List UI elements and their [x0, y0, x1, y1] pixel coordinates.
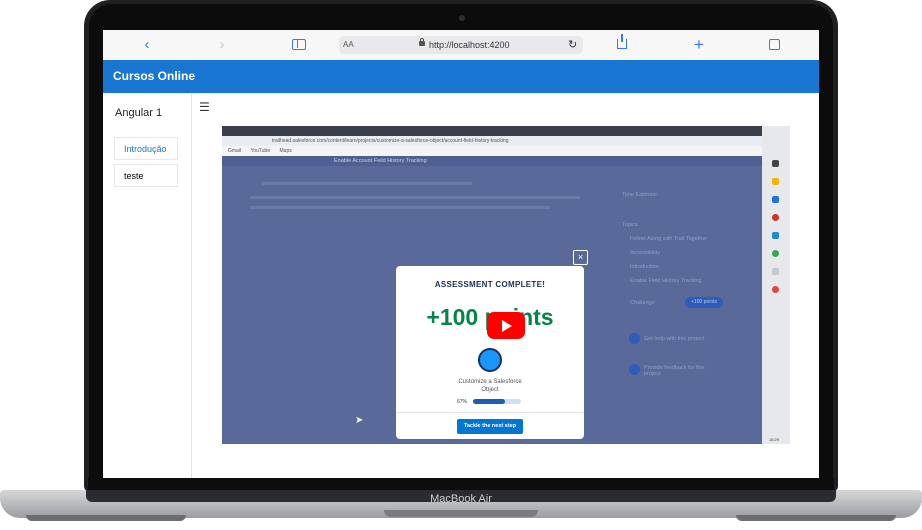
record-icon — [772, 214, 779, 221]
feedback-link: Provide feedback for this project — [644, 365, 705, 377]
plus-icon[interactable]: + — [688, 30, 710, 60]
youtube-play-icon[interactable] — [487, 312, 525, 339]
taskbar-icon — [772, 268, 779, 275]
progress-text: 67% — [457, 399, 468, 405]
badge-icon — [478, 348, 502, 372]
app-icon — [772, 196, 779, 203]
course-title: Angular 1 — [115, 107, 163, 119]
reader-button[interactable]: AA — [343, 36, 354, 54]
lesson-item-teste[interactable]: teste — [114, 164, 178, 187]
badge-label: Customize a Salesforce Object — [458, 379, 522, 393]
video-browser-tabs — [222, 126, 790, 136]
laptop-notch — [384, 510, 538, 517]
topics-heading: Topics — [622, 222, 638, 228]
chrome-icon — [772, 250, 779, 257]
help-icon — [629, 333, 640, 344]
laptop-foot-left — [26, 515, 186, 521]
next-step-button[interactable]: Tackle the next step — [457, 419, 523, 434]
url-text[interactable]: http://localhost:4200 — [429, 36, 510, 54]
video-taskbar — [762, 126, 790, 444]
feedback-icon — [629, 364, 640, 375]
challenge-points-badge: +100 points — [685, 297, 723, 308]
app-header — [103, 60, 819, 93]
laptop-foot-right — [736, 515, 896, 521]
chevron-right-icon[interactable]: › — [211, 30, 233, 60]
taskbar-icon — [772, 160, 779, 167]
lesson-item-introducao[interactable]: Introdução — [114, 137, 178, 160]
device-label: MacBook Air — [430, 493, 492, 505]
topic-item: Introduction — [630, 264, 659, 270]
chevron-left-icon[interactable]: ‹ — [136, 30, 158, 60]
modal-title: ASSESSMENT COMPLETE! — [434, 280, 546, 289]
topic-item: Enable Field History Tracking — [630, 278, 702, 284]
time-estimate-label: Time Estimate — [622, 192, 657, 198]
app-title: Cursos Online — [113, 69, 196, 83]
video-player[interactable]: trailhead.salesforce.com/content/learn/p… — [222, 126, 790, 444]
topic-item: Follow Along with Trail Together — [630, 236, 708, 242]
reload-icon[interactable]: ↻ — [568, 36, 577, 54]
help-link: Get help with this project — [644, 336, 705, 342]
cursor-icon: ➤ — [355, 415, 364, 426]
close-icon[interactable]: × — [573, 250, 588, 265]
video-breadcrumb: Enable Account Field History Tracking — [222, 156, 762, 166]
menu-icon[interactable]: ☰ — [199, 100, 210, 114]
topic-item: Accessibility — [630, 250, 660, 256]
camera-icon — [459, 15, 465, 21]
video-address-bar: trailhead.salesforce.com/content/learn/p… — [222, 136, 790, 146]
folder-icon — [772, 178, 779, 185]
taskbar-clock: 15:29 — [769, 437, 780, 442]
vscode-icon — [772, 232, 779, 239]
text-line — [262, 182, 472, 185]
share-icon[interactable] — [617, 34, 627, 49]
tabs-icon[interactable] — [769, 39, 780, 50]
lock-icon — [419, 38, 425, 46]
text-line — [250, 196, 580, 199]
progress-fill — [473, 399, 506, 404]
modal-divider — [396, 412, 584, 413]
video-bookmarks: Gmail YouTube Maps — [222, 146, 790, 156]
text-line — [250, 206, 550, 209]
screen: ‹ › AA http://localhost:4200 ↻ + Cursos … — [103, 30, 819, 478]
challenge-label: Challenge — [630, 300, 655, 306]
chrome-icon — [772, 286, 779, 293]
book-icon[interactable] — [292, 39, 306, 50]
